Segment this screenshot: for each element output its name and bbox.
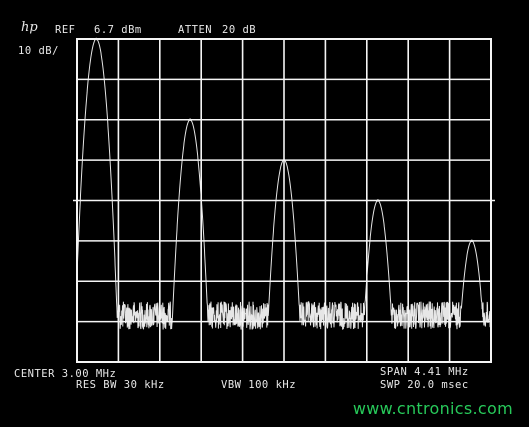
atten-label: ATTEN: [178, 24, 213, 36]
hp-logo: hp: [21, 20, 38, 35]
peak-marker-3: [282, 158, 286, 162]
res-bw-value: RES BW 30 kHz: [76, 379, 165, 391]
peak-marker-1: [95, 37, 98, 41]
atten-value: 20 dB: [222, 24, 257, 36]
peak-marker-2: [188, 118, 192, 121]
span-value: SPAN 4.41 MHz: [380, 366, 469, 378]
vbw-value: VBW 100 kHz: [221, 379, 297, 391]
peak-marker-5: [470, 239, 473, 243]
ref-value: 6.7 dBm: [94, 24, 142, 36]
scale-label: 10 dB/: [18, 45, 59, 57]
ref-label: REF: [55, 24, 76, 36]
peak-marker-4: [376, 199, 380, 202]
sweep-time: SWP 20.0 msec: [380, 379, 469, 391]
watermark: www.cntronics.com: [352, 399, 513, 418]
spectrum-display: [73, 37, 495, 363]
